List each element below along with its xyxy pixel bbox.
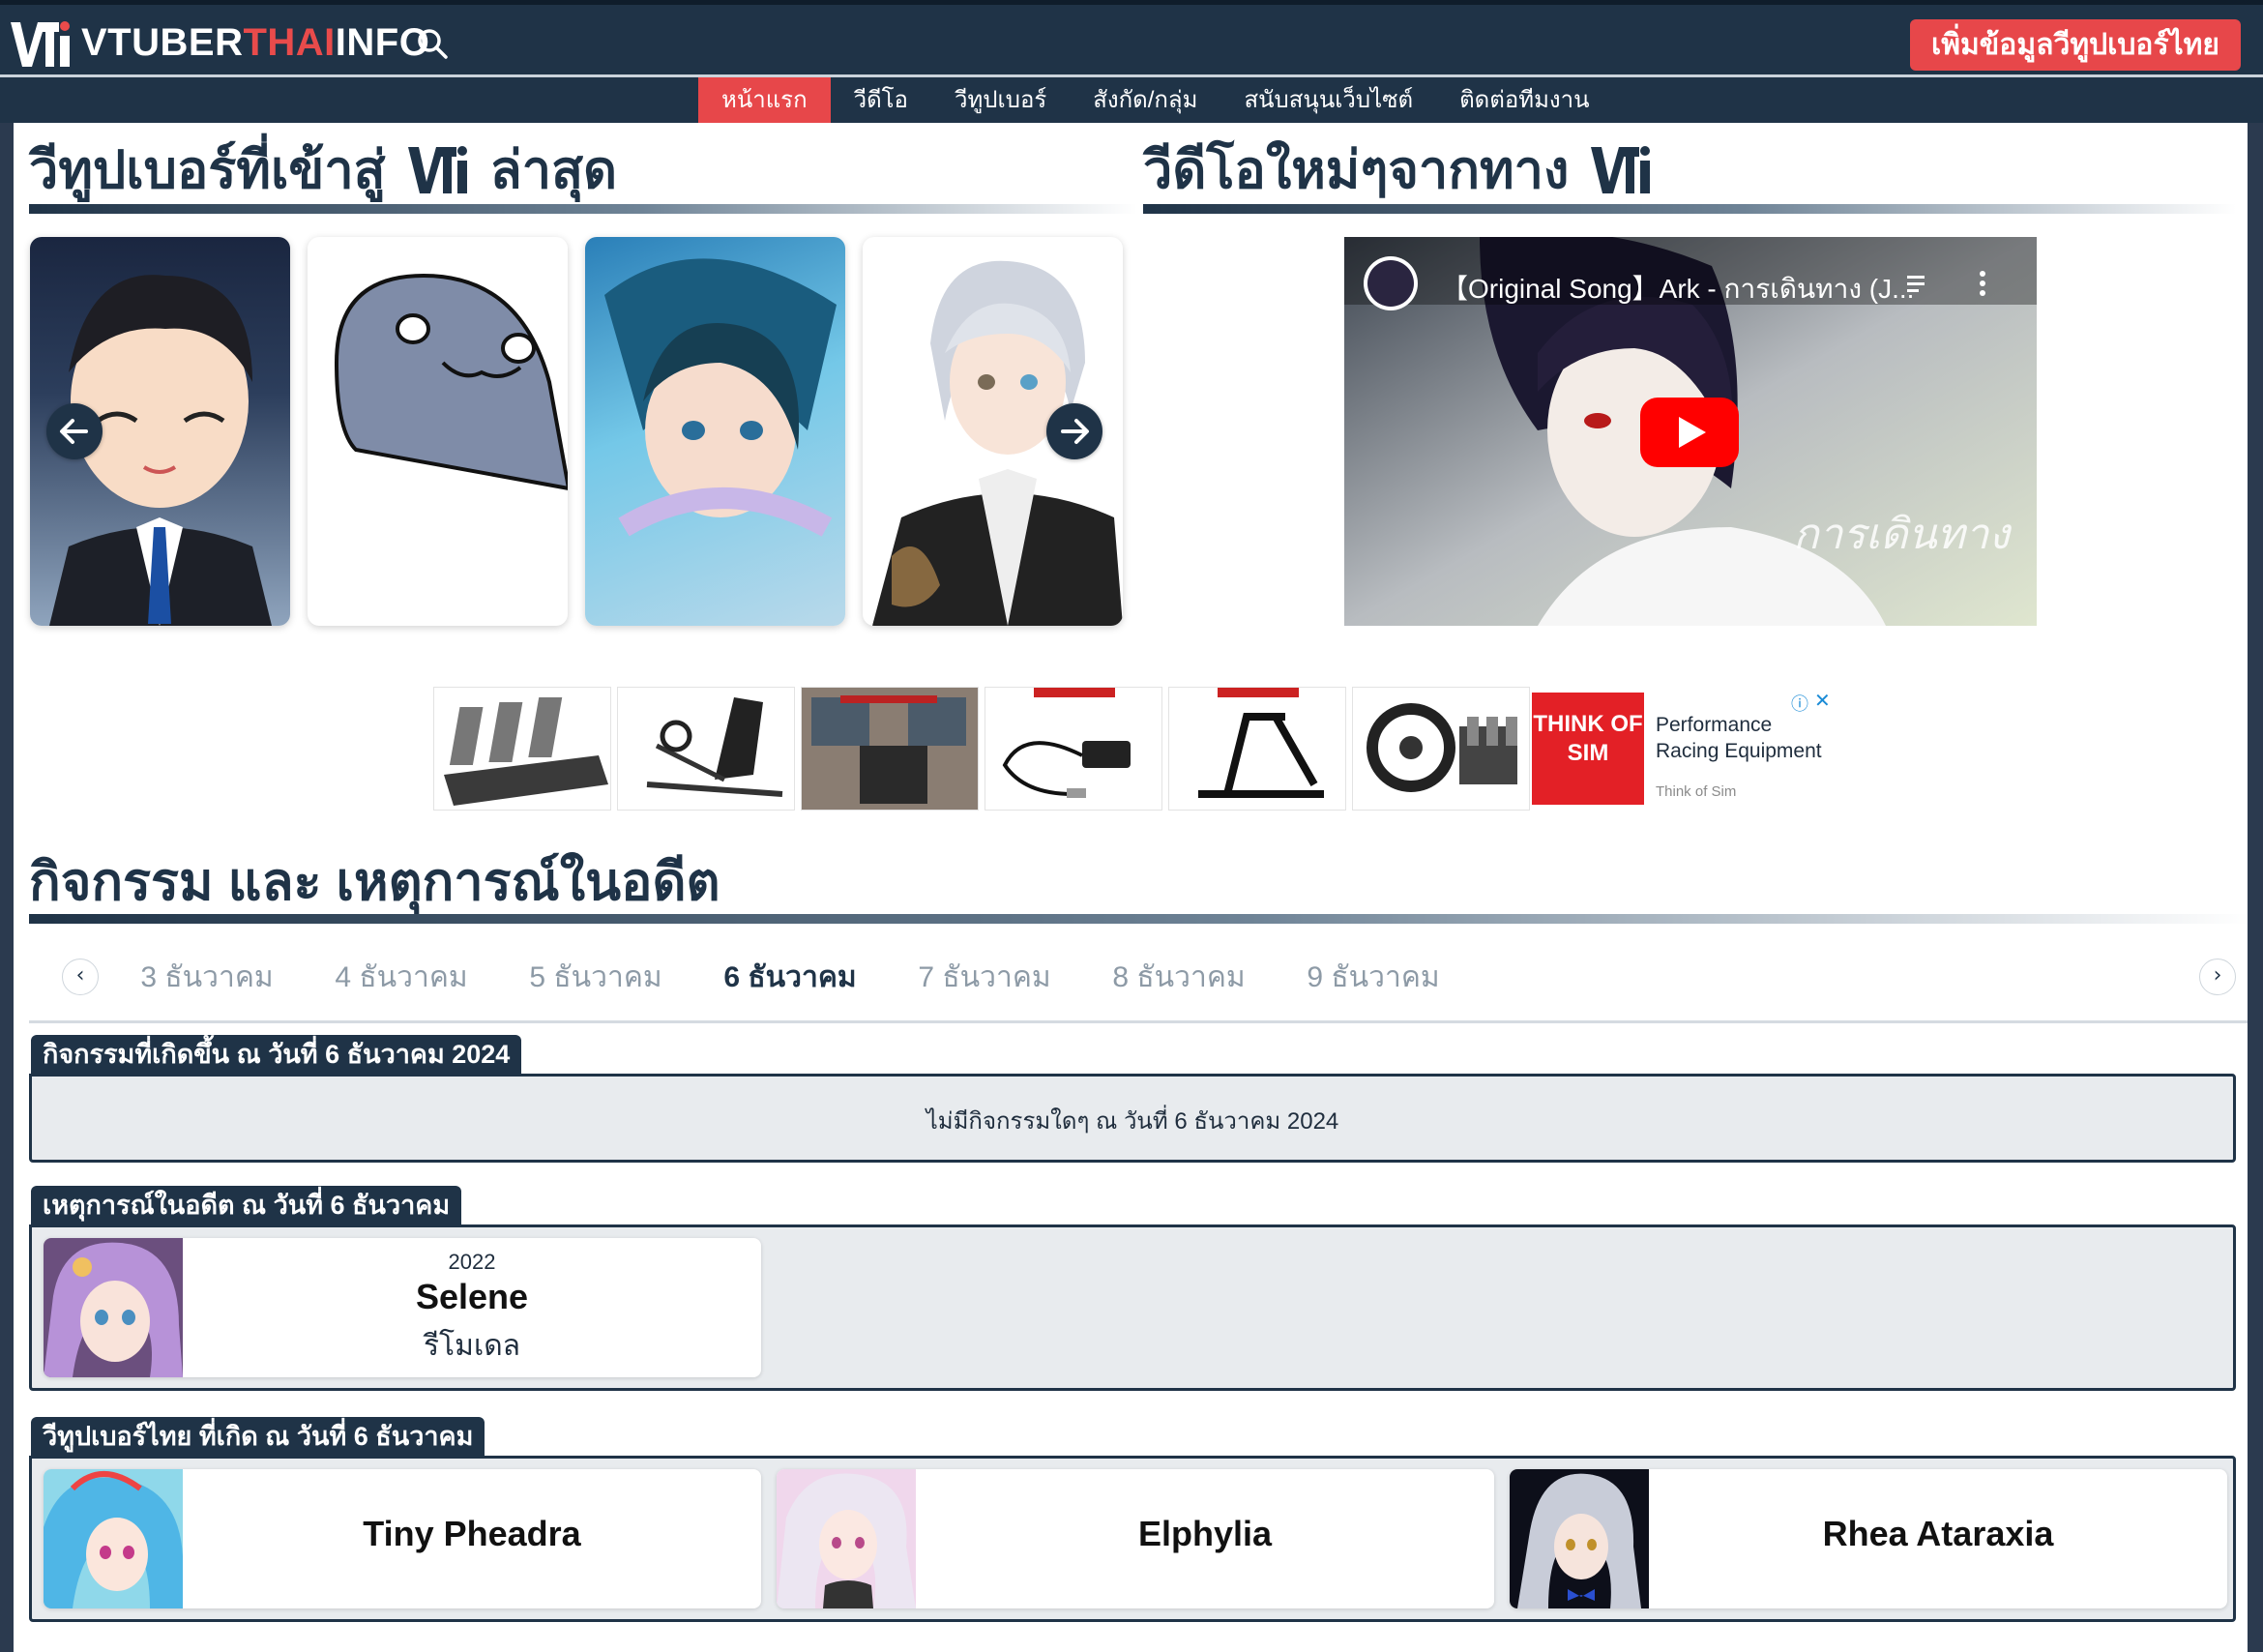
vtuber-avatar-image bbox=[604, 258, 837, 537]
nav-item[interactable]: วีทูปเบอร์ bbox=[931, 77, 1070, 123]
pedals-image bbox=[444, 697, 608, 806]
carousel-next-button[interactable] bbox=[1046, 403, 1102, 459]
nav-item[interactable]: วีดีโอ bbox=[831, 77, 931, 123]
new-videos-title: วีดีโอใหม่ๆจากทาง bbox=[1143, 136, 1659, 204]
date-prev-button[interactable]: ‹ bbox=[62, 959, 99, 995]
video-embed[interactable]: 【Original Song】Ark - การเดินทาง (J... กา… bbox=[1344, 237, 2037, 626]
past-events-label: เหตุการณ์ในอดีต ณ วันที่ 6 ธันวาคม bbox=[31, 1186, 462, 1224]
activities-panel: ไม่มีกิจกรรมใดๆ ณ วันที่ 6 ธันวาคม 2024 bbox=[29, 1074, 2236, 1163]
title-underline bbox=[29, 204, 1137, 214]
events-title: กิจกรรม และ เหตุการณ์ในอดีต bbox=[29, 853, 720, 911]
nav-item[interactable]: หน้าแรก bbox=[698, 77, 831, 123]
site-header: VTUBERTHAIINFO เพิ่มข้อมูลวีทูปเบอร์ไทย bbox=[0, 0, 2263, 74]
chevron-left-icon: ‹ bbox=[75, 963, 85, 988]
ad-product-seat[interactable] bbox=[617, 687, 795, 811]
past-event-card[interactable]: 2022 Selene รีโมเดล bbox=[44, 1238, 761, 1377]
activities-empty-text: ไม่มีกิจกรรมใดๆ ณ วันที่ 6 ธันวาคม 2024 bbox=[926, 1108, 1339, 1135]
stand-image bbox=[1198, 688, 1324, 798]
tiny-pheadra-avatar bbox=[44, 1469, 183, 1608]
date-item[interactable]: 4 ธันวาคม bbox=[295, 955, 508, 1000]
ad-product-wheel[interactable] bbox=[1352, 687, 1530, 811]
main-content: วีทูปเบอร์ที่เข้าสู่ ล่าสุด วีดีโอใหม่ๆจ… bbox=[14, 123, 2249, 1652]
ad-product-cable[interactable] bbox=[985, 687, 1162, 811]
date-item[interactable]: 5 ธันวาคม bbox=[489, 955, 702, 1000]
carousel-prev-button[interactable] bbox=[46, 403, 103, 459]
rhea-ataraxia-avatar bbox=[1510, 1469, 1649, 1608]
ad-headline-line-2: Racing Equipment bbox=[1656, 740, 1822, 762]
date-item[interactable]: 6 ธันวาคม bbox=[684, 955, 896, 1000]
ad-product-pedals[interactable] bbox=[433, 687, 611, 811]
birthday-card[interactable]: Elphylia bbox=[777, 1469, 1494, 1608]
ad-close-icon[interactable]: ✕ bbox=[1814, 689, 1831, 712]
vti-logo-icon bbox=[1591, 146, 1651, 193]
ad-product-rig[interactable] bbox=[801, 687, 979, 811]
ad-headline-line-1: Performance bbox=[1656, 714, 1773, 736]
ad-advertiser: Think of Sim bbox=[1656, 783, 1737, 800]
date-item[interactable]: 3 ธันวาคม bbox=[101, 955, 313, 1000]
birthday-card[interactable]: Tiny Pheadra bbox=[44, 1469, 761, 1608]
latest-vtubers-title-text: วีทูปเบอร์ที่เข้าสู่ bbox=[29, 141, 386, 199]
ad-brand-logo[interactable]: THINK OF SIM bbox=[1532, 693, 1644, 805]
birthdays-label: วีทูปเบอร์ไทย ที่เกิด ณ วันที่ 6 ธันวาคม bbox=[31, 1417, 485, 1456]
elphylia-avatar bbox=[777, 1469, 916, 1608]
vtuber-card[interactable] bbox=[585, 237, 845, 626]
play-button[interactable] bbox=[1640, 398, 1739, 467]
title-underline bbox=[29, 914, 2249, 924]
title-underline bbox=[1143, 204, 2236, 214]
seat-image bbox=[646, 697, 783, 797]
ad-product-stand[interactable] bbox=[1168, 687, 1346, 811]
search-icon[interactable] bbox=[416, 27, 449, 60]
vti-logo-icon bbox=[407, 146, 467, 193]
selene-avatar bbox=[44, 1238, 183, 1377]
vtuber-avatar-image bbox=[334, 273, 568, 490]
page-scrollbar[interactable] bbox=[2248, 123, 2263, 1652]
play-icon bbox=[1679, 417, 1706, 448]
date-item[interactable]: 7 ธันวาคม bbox=[878, 955, 1091, 1000]
vti-logo-icon[interactable] bbox=[11, 16, 71, 69]
birthday-vtuber-name[interactable]: Tiny Pheadra bbox=[183, 1514, 761, 1554]
latest-vtubers-title-suffix: ล่าสุด bbox=[489, 141, 618, 199]
arrow-right-icon bbox=[1061, 419, 1089, 444]
date-selector: ‹ 3 ธันวาคม 4 ธันวาคม 5 ธันวาคม 6 ธันวาคม 7 … bbox=[29, 943, 2249, 1023]
nav-item[interactable]: สังกัด/กลุ่ม bbox=[1070, 77, 1220, 123]
nav-item[interactable]: ติดต่อทีมงาน bbox=[1436, 77, 1612, 123]
video-overlay-text: การเดินทาง bbox=[1793, 511, 2010, 558]
birthday-vtuber-name[interactable]: Elphylia bbox=[916, 1514, 1494, 1554]
ad-banner[interactable]: THINK OF SIM Performance Racing Equipmen… bbox=[433, 687, 1837, 812]
date-item[interactable]: 9 ธันวาคม bbox=[1267, 955, 1480, 1000]
video-title[interactable]: 【Original Song】Ark - การเดินทาง (J... bbox=[1441, 268, 1914, 310]
birthday-vtuber-name[interactable]: Rhea Ataraxia bbox=[1649, 1514, 2227, 1554]
date-item[interactable]: 8 ธันวาคม bbox=[1073, 955, 1285, 1000]
event-type: รีโมเดล bbox=[423, 1330, 521, 1362]
vtuber-card[interactable] bbox=[308, 237, 568, 626]
nav-item[interactable]: สนับสนุนเว็บไซต์ bbox=[1220, 77, 1436, 123]
cable-image bbox=[1002, 688, 1131, 798]
main-nav: หน้าแรก วีดีโอ วีทูปเบอร์ สังกัด/กลุ่ม สนับส… bbox=[0, 74, 2263, 123]
date-next-button[interactable]: › bbox=[2199, 959, 2236, 995]
arrow-left-icon bbox=[60, 419, 88, 444]
site-logo-text[interactable]: VTUBERTHAIINFO bbox=[81, 18, 429, 67]
past-events-panel: 2022 Selene รีโมเดล bbox=[29, 1224, 2236, 1391]
chevron-right-icon: › bbox=[2213, 963, 2222, 988]
logo-part-vtuber: VTUBER bbox=[81, 21, 244, 64]
add-vtuber-button[interactable]: เพิ่มข้อมูลวีทูปเบอร์ไทย bbox=[1910, 19, 2241, 71]
birthday-card[interactable]: Rhea Ataraxia bbox=[1510, 1469, 2227, 1608]
wheel-image bbox=[1367, 703, 1517, 792]
rig-image bbox=[811, 695, 966, 804]
ad-headline[interactable]: Performance Racing Equipment bbox=[1656, 712, 1822, 764]
latest-vtubers-title: วีทูปเบอร์ที่เข้าสู่ ล่าสุด bbox=[29, 136, 617, 204]
ad-info-icon[interactable]: ⓘ bbox=[1791, 691, 1808, 716]
activities-label: กิจกรรมที่เกิดขึ้น ณ วันที่ 6 ธันวาคม 20… bbox=[31, 1035, 522, 1074]
logo-part-thai: THAI bbox=[243, 21, 336, 64]
birthdays-panel: Tiny Pheadra Elphylia Rhea Ataraxia bbox=[29, 1456, 2236, 1622]
new-videos-title-text: วีดีโอใหม่ๆจากทาง bbox=[1143, 141, 1570, 199]
event-year: 2022 bbox=[448, 1250, 496, 1274]
event-vtuber-name[interactable]: Selene bbox=[183, 1277, 761, 1317]
